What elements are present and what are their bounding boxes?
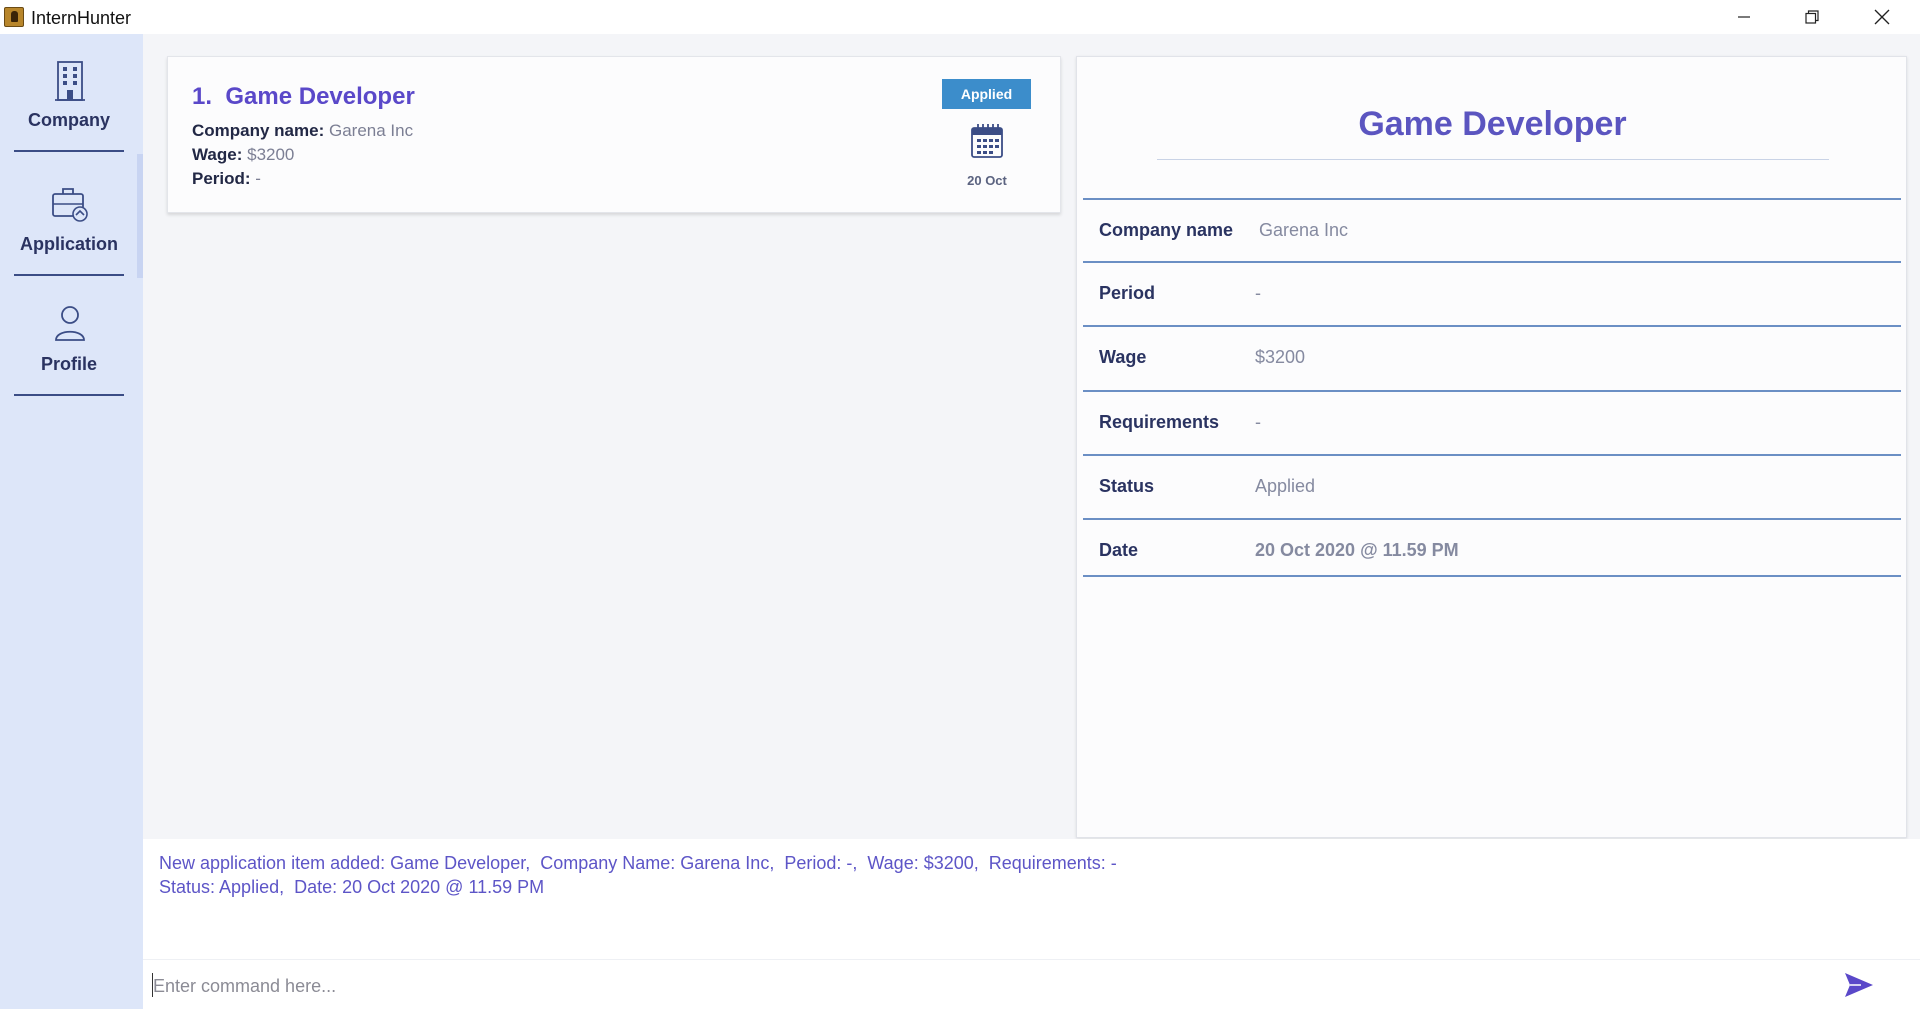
sidebar-item-label: Company <box>27 110 110 130</box>
card-company: Company name: Garena Inc <box>192 121 413 141</box>
building-icon <box>55 61 85 101</box>
card-company-value: Garena Inc <box>328 121 414 140</box>
result-text: New application item added: Game Develop… <box>159 851 1117 899</box>
card-wage-value: $3200 <box>247 145 295 164</box>
nav-divider <box>14 150 124 152</box>
detail-value: Applied <box>1255 476 1316 496</box>
app-logo-icon <box>4 7 24 27</box>
card-company-label: Company name: <box>192 121 325 140</box>
command-box <box>143 959 1920 1009</box>
card-date: 20 Oct <box>967 173 1007 188</box>
detail-key: Requirements <box>1099 412 1220 432</box>
card-title: 1. Game Developer <box>192 83 415 111</box>
card-job-title: Game Developer <box>225 83 415 110</box>
briefcase-icon <box>52 188 88 222</box>
detail-title-divider <box>1157 159 1829 160</box>
detail-key: Status <box>1099 476 1155 496</box>
minimize-button[interactable] <box>1710 0 1778 34</box>
sidebar-item-label: Profile <box>40 354 97 374</box>
detail-value: 20 Oct 2020 @ 11.59 PM <box>1255 540 1459 560</box>
detail-row-date: Date 20 Oct 2020 @ 11.59 PM <box>1083 518 1901 582</box>
send-icon[interactable] <box>1843 971 1875 999</box>
detail-key: Date <box>1099 540 1139 560</box>
sidebar: Company Application Profile <box>0 34 143 1009</box>
detail-key: Period <box>1099 283 1156 303</box>
title-bar: InternHunter <box>0 0 1920 34</box>
detail-value: $3200 <box>1255 347 1306 367</box>
card-period-value: - <box>255 169 261 188</box>
card-wage: Wage: $3200 <box>192 145 294 165</box>
nav-divider <box>14 274 124 276</box>
card-period: Period: - <box>192 169 261 189</box>
restore-icon <box>1805 10 1819 24</box>
detail-bottom-divider <box>1083 575 1901 577</box>
sidebar-item-application[interactable]: Application <box>14 176 124 276</box>
list-item[interactable]: 1. Game Developer Company name: Garena I… <box>167 56 1061 213</box>
card-wage-label: Wage: <box>192 145 243 164</box>
close-button[interactable] <box>1848 0 1916 34</box>
detail-key: Wage <box>1099 347 1147 367</box>
status-badge: Applied <box>942 79 1031 109</box>
minimize-icon <box>1738 16 1750 18</box>
window-title: InternHunter <box>31 8 132 28</box>
sidebar-item-label: Application <box>20 234 118 254</box>
calendar-icon <box>971 124 1003 158</box>
command-input[interactable] <box>153 972 1803 1000</box>
restore-button[interactable] <box>1778 0 1846 34</box>
close-icon <box>1874 9 1890 25</box>
person-icon <box>55 306 85 341</box>
result-display: New application item added: Game Develop… <box>143 839 1920 959</box>
detail-row-requirements: Requirements - <box>1083 390 1901 454</box>
detail-panel: Game Developer Company name Garena Inc P… <box>1076 56 1907 838</box>
detail-row-company: Company name Garena Inc <box>1083 198 1901 262</box>
detail-row-period: Period - <box>1083 261 1901 325</box>
sidebar-item-company[interactable]: Company <box>14 52 124 152</box>
detail-row-status: Status Applied <box>1083 454 1901 518</box>
detail-title: Game Developer <box>1358 105 1627 143</box>
nav-divider <box>14 394 124 396</box>
detail-value: - <box>1255 283 1261 303</box>
detail-value: - <box>1255 412 1261 432</box>
card-index: 1. <box>192 83 213 110</box>
result-line: Status: Applied, Date: 20 Oct 2020 @ 11.… <box>159 877 545 897</box>
card-period-label: Period: <box>192 169 251 188</box>
detail-row-wage: Wage $3200 <box>1083 325 1901 389</box>
sidebar-item-profile[interactable]: Profile <box>14 296 124 396</box>
detail-key: Company name <box>1099 220 1234 240</box>
detail-value: Garena Inc <box>1259 220 1349 240</box>
result-line: New application item added: Game Develop… <box>159 853 1117 873</box>
